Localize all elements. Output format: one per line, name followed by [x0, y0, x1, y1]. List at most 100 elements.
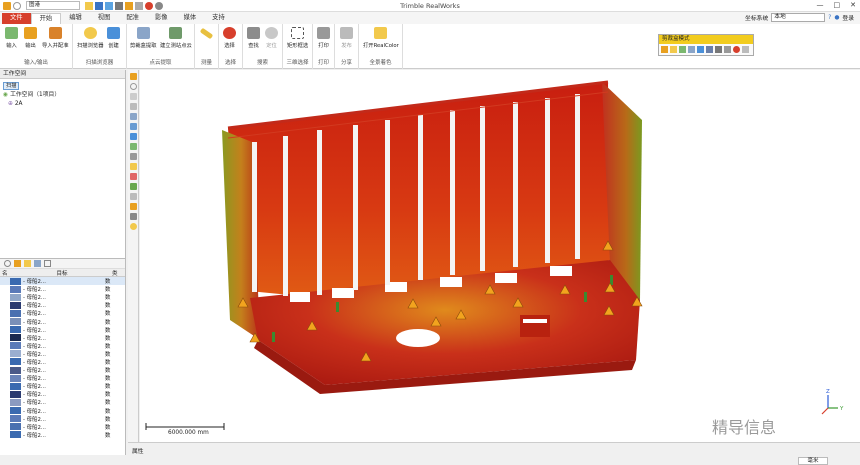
- col-name[interactable]: 名: [0, 269, 12, 277]
- box-icon[interactable]: [697, 46, 704, 53]
- scan-browser-button[interactable]: 扫描浏览器: [77, 27, 104, 49]
- clip-box-extract-button[interactable]: 剪裁盒提取: [130, 27, 157, 49]
- pan-view-icon[interactable]: [130, 93, 137, 100]
- list-item[interactable]: - 母船2... 数: [0, 390, 125, 398]
- undo-icon[interactable]: [13, 1, 21, 10]
- rect-select-button[interactable]: 矩形框选: [287, 27, 308, 49]
- units-field[interactable]: 毫米: [798, 457, 828, 465]
- tab-edit[interactable]: 编辑: [61, 13, 90, 24]
- maximize-button[interactable]: □: [834, 1, 841, 9]
- list-item[interactable]: - 母船2... 数: [0, 277, 125, 286]
- list-item[interactable]: - 母船2... 数: [0, 334, 125, 342]
- list-item[interactable]: - 母船2... 数: [0, 382, 125, 390]
- filter-icon[interactable]: [14, 260, 21, 267]
- col-type[interactable]: 类: [110, 269, 118, 277]
- export-button[interactable]: 输出: [24, 27, 37, 49]
- home-view-icon[interactable]: [130, 73, 137, 80]
- import-icon[interactable]: [125, 1, 133, 10]
- import-register-button[interactable]: 导入并配准: [42, 27, 69, 49]
- tree-child-2a[interactable]: ⊕ 2A: [3, 100, 122, 109]
- top-view-icon[interactable]: [130, 113, 137, 120]
- measure-button[interactable]: [199, 27, 214, 41]
- tab-file[interactable]: 文件: [2, 13, 31, 24]
- cloud-icon[interactable]: [105, 1, 113, 10]
- ok-icon[interactable]: [742, 46, 749, 53]
- slice-icon[interactable]: [715, 46, 722, 53]
- list-item[interactable]: - 母船2... 数: [0, 293, 125, 301]
- list-item[interactable]: - 母船2... 数: [0, 350, 125, 358]
- list-item[interactable]: - 母船2... 数: [0, 309, 125, 317]
- target-icon[interactable]: [145, 1, 153, 10]
- create-button[interactable]: 创建: [107, 27, 120, 49]
- zoom-view-icon[interactable]: [130, 103, 137, 110]
- find-button[interactable]: 查找: [247, 27, 260, 49]
- light-icon[interactable]: [130, 163, 137, 170]
- tree-root[interactable]: ◉ 工作空间（1项目）: [3, 91, 122, 100]
- tab-view[interactable]: 视图: [90, 13, 119, 24]
- iso-view-icon[interactable]: [130, 143, 137, 150]
- move-icon[interactable]: [670, 46, 677, 53]
- list-item[interactable]: - 母船2... 数: [0, 285, 125, 293]
- list-item[interactable]: - 母船2... 数: [0, 407, 125, 415]
- side-view-icon[interactable]: [130, 133, 137, 140]
- tab-media[interactable]: 媒体: [176, 13, 205, 24]
- list-item[interactable]: - 母船2... 数: [0, 358, 125, 366]
- locate-button[interactable]: 定位: [265, 27, 278, 49]
- disk-icon[interactable]: [115, 1, 123, 10]
- scale-icon[interactable]: [130, 183, 137, 190]
- tab-registration[interactable]: 配准: [118, 13, 147, 24]
- tab-support[interactable]: 支持: [204, 13, 233, 24]
- front-view-icon[interactable]: [130, 123, 137, 130]
- point-cloud-view[interactable]: 6000.000 mm Z Y: [140, 70, 860, 442]
- station-cloud-button[interactable]: 建立测站点云: [160, 27, 192, 49]
- zoom-icon[interactable]: [4, 260, 11, 267]
- list-item[interactable]: - 母船2... 数: [0, 301, 125, 309]
- minimize-button[interactable]: —: [817, 1, 824, 9]
- list-item[interactable]: - 母船2... 数: [0, 317, 125, 326]
- list-view-icon[interactable]: [44, 260, 51, 267]
- login-link[interactable]: 登录: [842, 13, 854, 22]
- station-name: - 母船2...: [23, 335, 47, 342]
- help-icon[interactable]: ?: [828, 15, 831, 21]
- project-dropdown[interactable]: 图港: [26, 1, 80, 10]
- close-button[interactable]: ✕: [850, 1, 856, 9]
- tool-icon[interactable]: [135, 1, 143, 10]
- open-realcolor-button[interactable]: 打开RealColor: [363, 27, 399, 49]
- copy-icon[interactable]: [724, 46, 731, 53]
- coord-system-select[interactable]: 本地: [771, 13, 826, 22]
- list-item[interactable]: - 母船2... 数: [0, 423, 125, 431]
- list-item[interactable]: - 母船2... 数: [0, 431, 125, 439]
- save-icon[interactable]: [95, 1, 103, 10]
- select-button[interactable]: 选择: [223, 27, 236, 49]
- open-folder-icon[interactable]: [85, 1, 93, 10]
- tab-home[interactable]: 开始: [30, 13, 62, 24]
- color-icon[interactable]: [24, 260, 31, 267]
- list-item[interactable]: - 母船2... 数: [0, 374, 125, 382]
- fit-icon[interactable]: [688, 46, 695, 53]
- measure-view-icon[interactable]: [130, 213, 137, 220]
- publish-button[interactable]: 发布: [340, 27, 353, 49]
- grid-icon[interactable]: [130, 193, 137, 200]
- camera-icon[interactable]: [130, 153, 137, 160]
- list-item[interactable]: - 母船2... 数: [0, 415, 125, 423]
- col-target[interactable]: 目标: [12, 269, 110, 277]
- target-view-icon[interactable]: [130, 223, 137, 230]
- points-icon[interactable]: [130, 203, 137, 210]
- pan-icon[interactable]: [661, 46, 668, 53]
- record-icon[interactable]: [733, 46, 740, 53]
- tab-imaging[interactable]: 影像: [147, 13, 176, 24]
- print-button[interactable]: 打印: [317, 27, 330, 49]
- tree-tab-scans[interactable]: 扫描: [3, 82, 20, 90]
- 3d-viewport[interactable]: 6000.000 mm Z Y: [140, 70, 860, 442]
- import-button[interactable]: 输入: [5, 27, 18, 49]
- rotate-icon[interactable]: [679, 46, 686, 53]
- list-item[interactable]: - 母船2... 数: [0, 366, 125, 374]
- settings-icon[interactable]: [155, 1, 163, 10]
- plane-icon[interactable]: [706, 46, 713, 53]
- orbit-icon[interactable]: [130, 83, 137, 90]
- list-item[interactable]: - 母船2... 数: [0, 326, 125, 334]
- color-mode-icon[interactable]: [130, 173, 137, 180]
- list-item[interactable]: - 母船2... 数: [0, 342, 125, 350]
- layout-icon[interactable]: [34, 260, 41, 267]
- list-item[interactable]: - 母船2... 数: [0, 398, 125, 406]
